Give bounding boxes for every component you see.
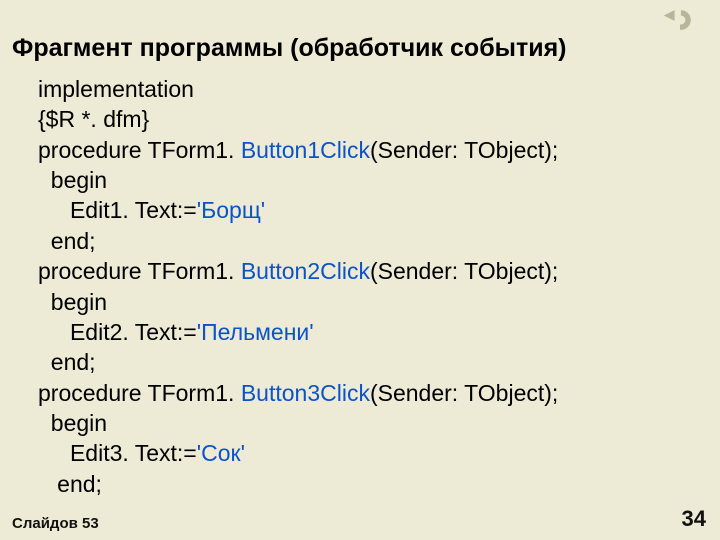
code-keyword: 'Борщ' bbox=[197, 197, 265, 223]
code-line: Edit3. Text:='Сок' bbox=[38, 440, 245, 466]
slide-number: 34 bbox=[682, 506, 706, 532]
total-slides-label: Слайдов 53 bbox=[12, 515, 99, 532]
return-arrow-icon bbox=[662, 6, 698, 34]
code-line: procedure TForm1. Button2Click(Sender: T… bbox=[38, 258, 558, 284]
code-line: Edit1. Text:='Борщ' bbox=[38, 197, 265, 223]
code-line: begin bbox=[38, 289, 107, 315]
code-line: procedure TForm1. Button1Click(Sender: T… bbox=[38, 137, 558, 163]
code-keyword: Button1Click bbox=[241, 137, 370, 163]
code-keyword: Button2Click bbox=[241, 258, 370, 284]
code-block: implementation {$R *. dfm} procedure TFo… bbox=[38, 74, 708, 499]
code-line: end; bbox=[38, 349, 96, 375]
code-line: Edit2. Text:='Пельмени' bbox=[38, 319, 314, 345]
slide-title: Фрагмент программы (обработчик события) bbox=[12, 34, 708, 63]
code-keyword: 'Сок' bbox=[197, 440, 245, 466]
code-line: begin bbox=[38, 410, 107, 436]
slide-footer: Слайдов 53 34 bbox=[12, 506, 706, 532]
code-line: end; bbox=[38, 471, 102, 497]
code-line: implementation bbox=[38, 76, 194, 102]
code-line: procedure TForm1. Button3Click(Sender: T… bbox=[38, 380, 558, 406]
code-keyword: Button3Click bbox=[241, 380, 370, 406]
code-keyword: 'Пельмени' bbox=[197, 319, 314, 345]
code-line: {$R *. dfm} bbox=[38, 106, 149, 132]
code-line: end; bbox=[38, 228, 96, 254]
code-line: begin bbox=[38, 167, 107, 193]
